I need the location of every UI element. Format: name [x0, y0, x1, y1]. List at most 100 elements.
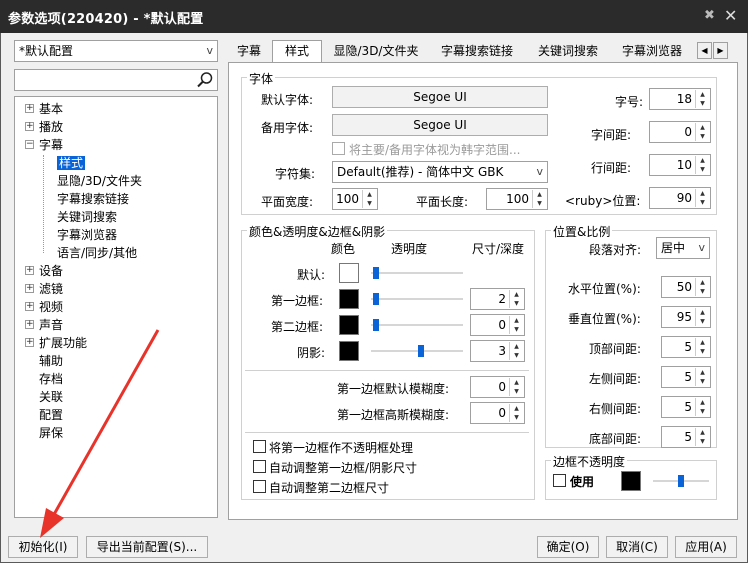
- size-stepper[interactable]: 0 ▲ ▼: [470, 314, 525, 336]
- tree-item[interactable]: + 设备: [25, 262, 63, 280]
- stepper-arrows-icon[interactable]: ▲ ▼: [509, 316, 523, 334]
- tree-item[interactable]: + 基本: [25, 100, 63, 118]
- border-opacity-slider[interactable]: [653, 475, 709, 487]
- tree-item[interactable]: 语言/同步/其他: [57, 244, 137, 262]
- tab-3[interactable]: 字幕搜索链接: [430, 40, 524, 62]
- font-size-stepper[interactable]: 18 ▲ ▼: [649, 88, 711, 110]
- ok-button[interactable]: 确定(O): [537, 536, 599, 558]
- right-stepper[interactable]: 5 ▲ ▼: [661, 396, 711, 418]
- ruby-position-stepper[interactable]: 90 ▲ ▼: [649, 187, 711, 209]
- size-stepper[interactable]: 2 ▲ ▼: [470, 288, 525, 310]
- stepper-arrows-icon[interactable]: ▲ ▼: [695, 123, 709, 141]
- backup-font-button[interactable]: Segoe UI: [332, 114, 548, 136]
- color-swatch[interactable]: [339, 341, 359, 361]
- size-stepper[interactable]: 3 ▲ ▼: [470, 340, 525, 362]
- stepper-arrows-icon[interactable]: ▲ ▼: [695, 398, 709, 416]
- stepper-arrows-icon[interactable]: ▲ ▼: [695, 189, 709, 207]
- stepper-arrows-icon[interactable]: ▲ ▼: [695, 368, 709, 386]
- stepper-arrows-icon[interactable]: ▲ ▼: [695, 338, 709, 356]
- slider-thumb-icon[interactable]: [373, 319, 379, 331]
- stepper-arrows-icon[interactable]: ▲ ▼: [695, 90, 709, 108]
- stepper-arrows-icon[interactable]: ▲ ▼: [695, 278, 709, 296]
- use-border-opacity-checkbox[interactable]: [553, 474, 566, 487]
- hpos-stepper[interactable]: 50 ▲ ▼: [661, 276, 711, 298]
- expand-icon[interactable]: +: [25, 104, 34, 113]
- tree-item[interactable]: 字幕搜索链接: [57, 190, 129, 208]
- auto-border1-checkbox[interactable]: [253, 460, 266, 473]
- blur2-stepper[interactable]: 0 ▲ ▼: [470, 402, 525, 424]
- tree-item[interactable]: 字幕浏览器: [57, 226, 117, 244]
- top-stepper[interactable]: 5 ▲ ▼: [661, 336, 711, 358]
- expand-icon[interactable]: +: [25, 266, 34, 275]
- expand-icon[interactable]: +: [25, 302, 34, 311]
- plane-length-stepper[interactable]: 100 ▲ ▼: [486, 188, 548, 210]
- expand-icon[interactable]: +: [25, 122, 34, 131]
- color-swatch[interactable]: [339, 315, 359, 335]
- cancel-button[interactable]: 取消(C): [606, 536, 668, 558]
- tab-2[interactable]: 显隐/3D/文件夹: [326, 40, 426, 62]
- charset-select[interactable]: Default(推荐) - 简体中文 GBK v: [332, 161, 548, 183]
- bottom-stepper[interactable]: 5 ▲ ▼: [661, 426, 711, 448]
- line-spacing-stepper[interactable]: 10 ▲ ▼: [649, 154, 711, 176]
- search-input[interactable]: [14, 69, 218, 91]
- stepper-arrows-icon[interactable]: ▲ ▼: [509, 342, 523, 360]
- stepper-arrows-icon[interactable]: ▲ ▼: [509, 404, 523, 422]
- tree-item[interactable]: + 滤镜: [25, 280, 63, 298]
- profile-select[interactable]: *默认配置 v: [14, 40, 218, 62]
- tab-1[interactable]: 样式: [272, 40, 322, 63]
- search-icon[interactable]: [196, 71, 214, 89]
- init-button[interactable]: 初始化(I): [8, 536, 78, 558]
- stepper-arrows-icon[interactable]: ▲ ▼: [362, 190, 376, 208]
- tab-5[interactable]: 字幕浏览器: [612, 40, 692, 62]
- korean-range-checkbox[interactable]: [332, 142, 345, 155]
- vpos-stepper[interactable]: 95 ▲ ▼: [661, 306, 711, 328]
- stepper-arrows-icon[interactable]: ▲ ▼: [695, 156, 709, 174]
- opacity-slider[interactable]: [371, 319, 463, 331]
- tab-4[interactable]: 关键词搜索: [528, 40, 608, 62]
- opacity-slider[interactable]: [371, 345, 463, 357]
- tree-item[interactable]: + 声音: [25, 316, 63, 334]
- border-opacity-color-swatch[interactable]: [621, 471, 641, 491]
- tree-item[interactable]: 辅助: [39, 352, 63, 370]
- stepper-arrows-icon[interactable]: ▲ ▼: [695, 428, 709, 446]
- slider-thumb-icon[interactable]: [418, 345, 424, 357]
- slider-thumb-icon[interactable]: [373, 293, 379, 305]
- tree-item[interactable]: 配置: [39, 406, 63, 424]
- tree-item[interactable]: + 视频: [25, 298, 63, 316]
- stepper-arrows-icon[interactable]: ▲ ▼: [695, 308, 709, 326]
- tab-0[interactable]: 字幕: [228, 40, 270, 62]
- tree-item[interactable]: 关键词搜索: [57, 208, 117, 226]
- pin-icon[interactable]: ✖: [704, 8, 715, 23]
- tree-item[interactable]: − 字幕: [25, 136, 63, 154]
- tree-item[interactable]: 存档: [39, 370, 63, 388]
- tab-scroll-right-icon[interactable]: ▶: [713, 42, 728, 59]
- tree-item[interactable]: 样式: [57, 154, 86, 172]
- tree-item[interactable]: 屏保: [39, 424, 63, 442]
- align-select[interactable]: 居中 v: [656, 237, 710, 259]
- apply-button[interactable]: 应用(A): [675, 536, 737, 558]
- left-stepper[interactable]: 5 ▲ ▼: [661, 366, 711, 388]
- slider-thumb-icon[interactable]: [678, 475, 684, 487]
- collapse-icon[interactable]: −: [25, 140, 34, 149]
- expand-icon[interactable]: +: [25, 338, 34, 347]
- category-tree[interactable]: + 基本 + 播放 − 字幕 样式 显隐/3D/文件夹 字幕搜索链接 关键词搜索 字幕浏览器 语言/同…: [14, 96, 218, 518]
- expand-icon[interactable]: +: [25, 284, 34, 293]
- tab-scroll-left-icon[interactable]: ◀: [697, 42, 712, 59]
- close-icon[interactable]: ✕: [724, 6, 737, 25]
- tree-item[interactable]: 关联: [39, 388, 63, 406]
- plane-width-stepper[interactable]: 100 ▲ ▼: [332, 188, 378, 210]
- stepper-arrows-icon[interactable]: ▲ ▼: [509, 290, 523, 308]
- opacity-slider[interactable]: [371, 293, 463, 305]
- stepper-arrows-icon[interactable]: ▲ ▼: [509, 378, 523, 396]
- color-swatch[interactable]: [339, 263, 359, 283]
- expand-icon[interactable]: +: [25, 320, 34, 329]
- char-spacing-stepper[interactable]: 0 ▲ ▼: [649, 121, 711, 143]
- opacity-slider[interactable]: [371, 267, 463, 279]
- tree-item[interactable]: + 播放: [25, 118, 63, 136]
- opaque-box-checkbox[interactable]: [253, 440, 266, 453]
- color-swatch[interactable]: [339, 289, 359, 309]
- stepper-arrows-icon[interactable]: ▲ ▼: [532, 190, 546, 208]
- auto-border2-checkbox[interactable]: [253, 480, 266, 493]
- blur1-stepper[interactable]: 0 ▲ ▼: [470, 376, 525, 398]
- tree-item[interactable]: + 扩展功能: [25, 334, 87, 352]
